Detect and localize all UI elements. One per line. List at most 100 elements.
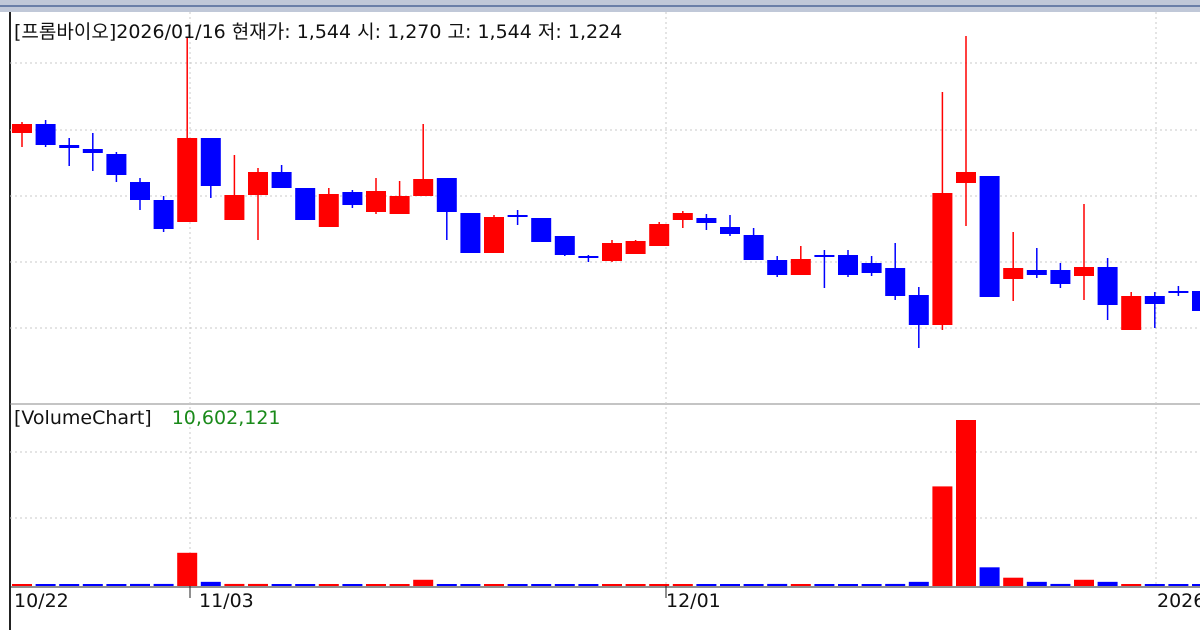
candle-body bbox=[979, 176, 1000, 297]
candle bbox=[82, 133, 103, 171]
candle-body bbox=[318, 194, 339, 227]
candle-body bbox=[908, 295, 929, 325]
volume-bar bbox=[248, 583, 268, 586]
volume-bar bbox=[1168, 584, 1189, 586]
candle bbox=[531, 218, 552, 242]
volume-bar bbox=[696, 584, 717, 586]
volume-bar bbox=[767, 583, 788, 586]
candle bbox=[130, 178, 150, 210]
volume-bar bbox=[932, 486, 953, 586]
volume-bar bbox=[82, 584, 103, 586]
candle bbox=[271, 165, 292, 188]
x-tick-label: 12/01 bbox=[666, 590, 721, 612]
candle bbox=[625, 240, 646, 254]
volume-bar bbox=[295, 584, 316, 586]
volume-bar bbox=[1050, 583, 1071, 586]
candle-body bbox=[59, 145, 80, 148]
volume-bar bbox=[720, 584, 740, 586]
candle-body bbox=[1003, 268, 1024, 279]
volume-bar bbox=[956, 420, 976, 586]
candle bbox=[248, 168, 268, 240]
current-price: 1,544 bbox=[296, 21, 352, 43]
candle bbox=[696, 214, 717, 230]
candle-body bbox=[484, 217, 504, 253]
volume-bar bbox=[861, 584, 882, 586]
candle-body bbox=[366, 191, 386, 212]
candle bbox=[507, 210, 528, 225]
volume-bar bbox=[743, 584, 764, 586]
candle-body bbox=[12, 124, 32, 133]
volume-bar bbox=[908, 581, 929, 586]
candle-body bbox=[1168, 291, 1189, 293]
candle-body bbox=[554, 236, 575, 255]
candle-body bbox=[814, 255, 835, 257]
volume-bar bbox=[602, 584, 622, 586]
candle bbox=[1003, 232, 1024, 301]
candle-body bbox=[838, 255, 858, 275]
candle-body bbox=[1026, 270, 1047, 275]
volume-bar bbox=[625, 584, 646, 586]
chart-grid bbox=[10, 12, 1200, 586]
volume-bar bbox=[413, 579, 434, 586]
x-tick-label: 11/03 bbox=[199, 590, 254, 612]
candle-body bbox=[153, 200, 174, 229]
volume-bar bbox=[130, 583, 150, 586]
volume-bar bbox=[389, 584, 410, 586]
candle bbox=[838, 250, 858, 277]
volume-bar bbox=[460, 584, 481, 586]
candle bbox=[1144, 292, 1165, 328]
volume-bar bbox=[885, 583, 906, 586]
candle-body bbox=[342, 192, 363, 205]
candle bbox=[720, 215, 740, 236]
volume-bar bbox=[1192, 584, 1200, 586]
candle bbox=[59, 138, 80, 166]
candle-body bbox=[1144, 296, 1165, 304]
candle bbox=[484, 215, 504, 253]
volume-bar bbox=[59, 584, 80, 586]
chart-canvas[interactable] bbox=[0, 0, 1200, 630]
quote-date: 2026/01/16 bbox=[116, 21, 226, 43]
low-price: 1,224 bbox=[567, 21, 623, 43]
candle bbox=[106, 152, 127, 182]
candle-body bbox=[578, 256, 599, 258]
open-price-label: 시: bbox=[357, 21, 382, 43]
volume-bar bbox=[979, 567, 1000, 586]
candle bbox=[1121, 292, 1142, 330]
candle bbox=[318, 188, 339, 227]
candle bbox=[1168, 286, 1189, 296]
volume-bar bbox=[507, 584, 528, 586]
candle-body bbox=[130, 182, 150, 200]
volume-value: 10,602,121 bbox=[171, 407, 281, 429]
volume-bar bbox=[318, 584, 339, 586]
candle bbox=[672, 211, 693, 228]
stock-chart-window: [프롬바이오]2026/01/16 현재가: 1,544 시: 1,270 고:… bbox=[0, 0, 1200, 630]
candle bbox=[1026, 248, 1047, 278]
candle-body bbox=[436, 178, 457, 212]
volume-bar bbox=[1097, 581, 1118, 586]
volume-bar bbox=[1121, 584, 1142, 586]
candle bbox=[979, 176, 1000, 297]
candle-body bbox=[271, 172, 292, 188]
volume-bar bbox=[838, 584, 858, 586]
x-tick-label: 10/22 bbox=[14, 590, 69, 612]
candle bbox=[12, 122, 32, 147]
candle-body bbox=[35, 124, 56, 145]
candle-body bbox=[460, 213, 481, 253]
chart-frame bbox=[0, 0, 1200, 630]
candle-body bbox=[767, 260, 788, 275]
candle-body bbox=[1097, 267, 1118, 305]
volume-bar bbox=[1074, 579, 1094, 586]
candle-body bbox=[885, 268, 906, 296]
volume-bar bbox=[814, 584, 835, 586]
volume-bar bbox=[153, 583, 174, 586]
volume-bar bbox=[436, 584, 457, 586]
candle-body bbox=[82, 149, 103, 153]
candle-body bbox=[790, 259, 811, 275]
candle-body bbox=[956, 172, 976, 183]
candle bbox=[908, 287, 929, 348]
volume-bar bbox=[790, 584, 811, 586]
candle bbox=[885, 243, 906, 300]
candle bbox=[956, 36, 976, 226]
candle bbox=[767, 256, 788, 277]
candle-body bbox=[1050, 270, 1071, 284]
